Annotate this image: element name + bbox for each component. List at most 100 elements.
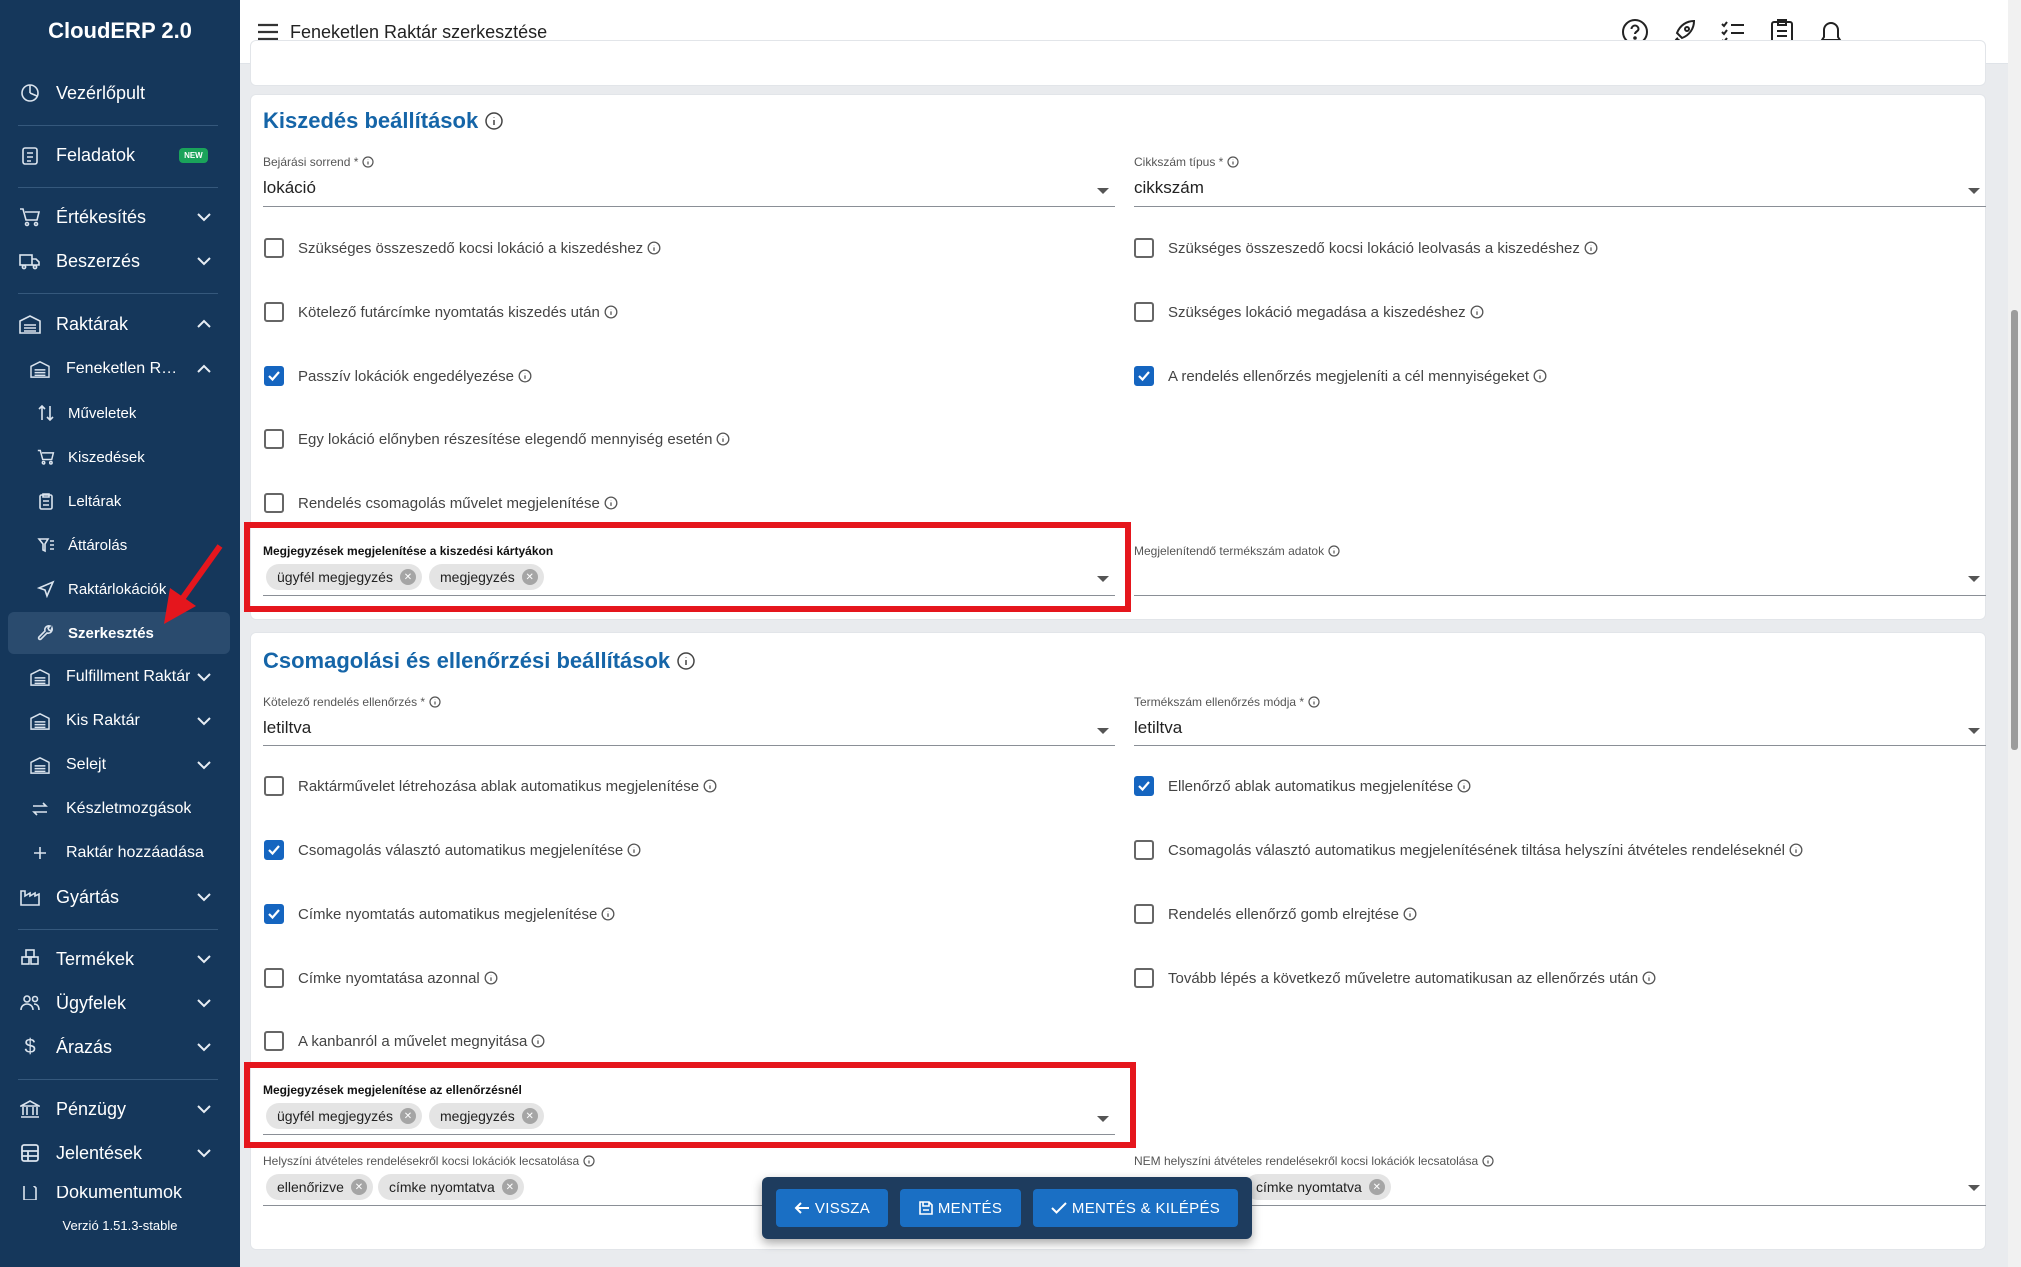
sku-check-select[interactable]: letiltva: [1134, 718, 1182, 738]
checkbox-box[interactable]: [264, 302, 284, 322]
checkbox-target-quantities[interactable]: A rendelés ellenőrzés megjeleníti a cél …: [1134, 366, 1547, 386]
checkbox-auto-packing-selector[interactable]: Csomagolás választó automatikus megjelen…: [264, 840, 641, 860]
chip-label-printed[interactable]: címke nyomtatva ✕: [1245, 1174, 1391, 1200]
dropdown-arrow-icon[interactable]: [1097, 576, 1109, 582]
checkbox-cart-location-required[interactable]: Szükséges összeszedő kocsi lokáció a kis…: [264, 238, 661, 258]
sidebar-item-warehouses[interactable]: Raktárak: [8, 304, 230, 344]
scrollbar-thumb[interactable]: [2011, 310, 2018, 750]
info-icon[interactable]: [1227, 156, 1239, 168]
checkbox-box[interactable]: [264, 968, 284, 988]
chip-remove-icon[interactable]: ✕: [399, 569, 416, 585]
info-icon[interactable]: [1308, 696, 1320, 708]
checkbox-box[interactable]: [264, 1031, 284, 1051]
dropdown-arrow-icon[interactable]: [1968, 728, 1980, 734]
checkbox-box[interactable]: [1134, 302, 1154, 322]
info-icon[interactable]: [531, 1034, 545, 1048]
dropdown-arrow-icon[interactable]: [1097, 188, 1109, 194]
sidebar-item-reports[interactable]: Jelentések: [8, 1133, 230, 1173]
checkbox-auto-operation-window[interactable]: Raktárművelet létrehozása ablak automati…: [264, 776, 717, 796]
checkbox-open-from-kanban[interactable]: A kanbanról a művelet megnyitása: [264, 1031, 545, 1051]
info-icon[interactable]: [484, 971, 498, 985]
info-icon[interactable]: [1584, 241, 1598, 255]
info-icon[interactable]: [703, 779, 717, 793]
sidebar-item-tasks[interactable]: Feladatok NEW: [8, 135, 230, 175]
chip-customer-note[interactable]: ügyfél megjegyzés ✕: [266, 1103, 422, 1129]
info-icon[interactable]: [518, 369, 532, 383]
info-icon[interactable]: [627, 843, 641, 857]
checkbox-box[interactable]: [1134, 968, 1154, 988]
info-icon[interactable]: [604, 496, 618, 510]
info-icon[interactable]: [647, 241, 661, 255]
checkbox-print-label-immediately[interactable]: Címke nyomtatása azonnal: [264, 968, 498, 988]
sku-type-select[interactable]: cikkszám: [1134, 178, 1204, 198]
sidebar-item-purchasing[interactable]: Beszerzés: [8, 241, 230, 281]
sidebar-item-inventories[interactable]: Leltárak: [8, 481, 230, 521]
route-order-select[interactable]: lokáció: [263, 178, 316, 198]
checkbox-auto-check-window[interactable]: Ellenőrző ablak automatikus megjelenítés…: [1134, 776, 1471, 796]
chip-customer-note[interactable]: ügyfél megjegyzés ✕: [266, 564, 422, 590]
back-button[interactable]: VISSZA: [776, 1189, 888, 1227]
dropdown-arrow-icon[interactable]: [1097, 728, 1109, 734]
save-button[interactable]: MENTÉS: [900, 1189, 1021, 1227]
checkbox-cart-location-scan[interactable]: Szükséges összeszedő kocsi lokáció leolv…: [1134, 238, 1598, 258]
checkbox-box[interactable]: [1134, 238, 1154, 258]
checkbox-box-checked[interactable]: [264, 366, 284, 386]
info-icon[interactable]: [1533, 369, 1547, 383]
checkbox-auto-next-operation[interactable]: Tovább lépés a következő műveletre autom…: [1134, 968, 1656, 988]
sidebar-item-kis-raktar[interactable]: Kis Raktár: [8, 701, 230, 741]
chip-note[interactable]: megjegyzés ✕: [429, 1103, 544, 1129]
chip-remove-icon[interactable]: ✕: [501, 1179, 518, 1195]
checkbox-box-checked[interactable]: [264, 904, 284, 924]
sidebar-item-pickings[interactable]: Kiszedések: [8, 437, 230, 477]
dropdown-arrow-icon[interactable]: [1968, 188, 1980, 194]
chip-remove-icon[interactable]: ✕: [399, 1108, 416, 1124]
checkbox-box[interactable]: [1134, 904, 1154, 924]
checkbox-box-checked[interactable]: [1134, 776, 1154, 796]
dropdown-arrow-icon[interactable]: [1968, 1185, 1980, 1191]
sidebar-item-products[interactable]: Termékek: [8, 939, 230, 979]
checkbox-auto-label-print[interactable]: Címke nyomtatás automatikus megjelenítés…: [264, 904, 615, 924]
sidebar-item-pricing[interactable]: $ Árazás: [8, 1027, 230, 1067]
dropdown-arrow-icon[interactable]: [1968, 576, 1980, 582]
chip-remove-icon[interactable]: ✕: [521, 569, 538, 585]
checkbox-box[interactable]: [1134, 840, 1154, 860]
checkbox-hide-check-button[interactable]: Rendelés ellenőrző gomb elrejtése: [1134, 904, 1417, 924]
checkbox-box[interactable]: [264, 238, 284, 258]
info-icon[interactable]: [1457, 779, 1471, 793]
checkbox-location-required[interactable]: Szükséges lokáció megadása a kiszedéshez: [1134, 302, 1484, 322]
checkbox-box[interactable]: [264, 429, 284, 449]
chip-note[interactable]: megjegyzés ✕: [429, 564, 544, 590]
sidebar-item-documents[interactable]: Dokumentumok: [8, 1186, 230, 1200]
sidebar-item-finance[interactable]: Pénzügy: [8, 1089, 230, 1129]
info-icon[interactable]: [716, 432, 730, 446]
info-icon[interactable]: [362, 156, 374, 168]
checkbox-box[interactable]: [264, 493, 284, 513]
checkbox-box-checked[interactable]: [264, 840, 284, 860]
info-icon[interactable]: [1482, 1155, 1494, 1167]
sidebar-item-sales[interactable]: Értékesítés: [8, 197, 230, 237]
dropdown-arrow-icon[interactable]: [1097, 1116, 1109, 1122]
checkbox-passive-locations[interactable]: Passzív lokációk engedélyezése: [264, 366, 532, 386]
info-icon[interactable]: [1403, 907, 1417, 921]
save-exit-button[interactable]: MENTÉS & KILÉPÉS: [1033, 1189, 1238, 1227]
info-icon[interactable]: [1642, 971, 1656, 985]
sidebar-item-stock-movements[interactable]: Készletmozgások: [8, 789, 230, 829]
chip-label-printed[interactable]: címke nyomtatva ✕: [378, 1174, 524, 1200]
info-icon[interactable]: [604, 305, 618, 319]
info-icon[interactable]: [583, 1155, 595, 1167]
checkbox-prefer-single-location[interactable]: Egy lokáció előnyben részesítése elegend…: [264, 429, 730, 449]
info-icon[interactable]: [1328, 545, 1340, 557]
info-icon[interactable]: [429, 696, 441, 708]
sidebar-item-feneketlen-raktar[interactable]: Feneketlen Raktár: [8, 349, 230, 389]
chip-remove-icon[interactable]: ✕: [1368, 1179, 1385, 1195]
checkbox-courier-label-print[interactable]: Kötelező futárcímke nyomtatás kiszedés u…: [264, 302, 618, 322]
sidebar-item-manufacturing[interactable]: Gyártás: [8, 877, 230, 917]
sidebar-item-customers[interactable]: Ügyfelek: [8, 983, 230, 1023]
sidebar-item-dashboard[interactable]: Vezérlőpult: [8, 73, 230, 113]
checkbox-disable-packing-selector-pickup[interactable]: Csomagolás választó automatikus megjelen…: [1134, 840, 1803, 860]
sidebar-item-fulfillment-raktar[interactable]: Fulfillment Raktár: [8, 657, 230, 697]
sidebar-item-selejt[interactable]: Selejt: [8, 745, 230, 785]
checkbox-box-checked[interactable]: [1134, 366, 1154, 386]
sidebar-item-add-warehouse[interactable]: Raktár hozzáadása: [8, 833, 230, 873]
info-icon[interactable]: [1789, 843, 1803, 857]
